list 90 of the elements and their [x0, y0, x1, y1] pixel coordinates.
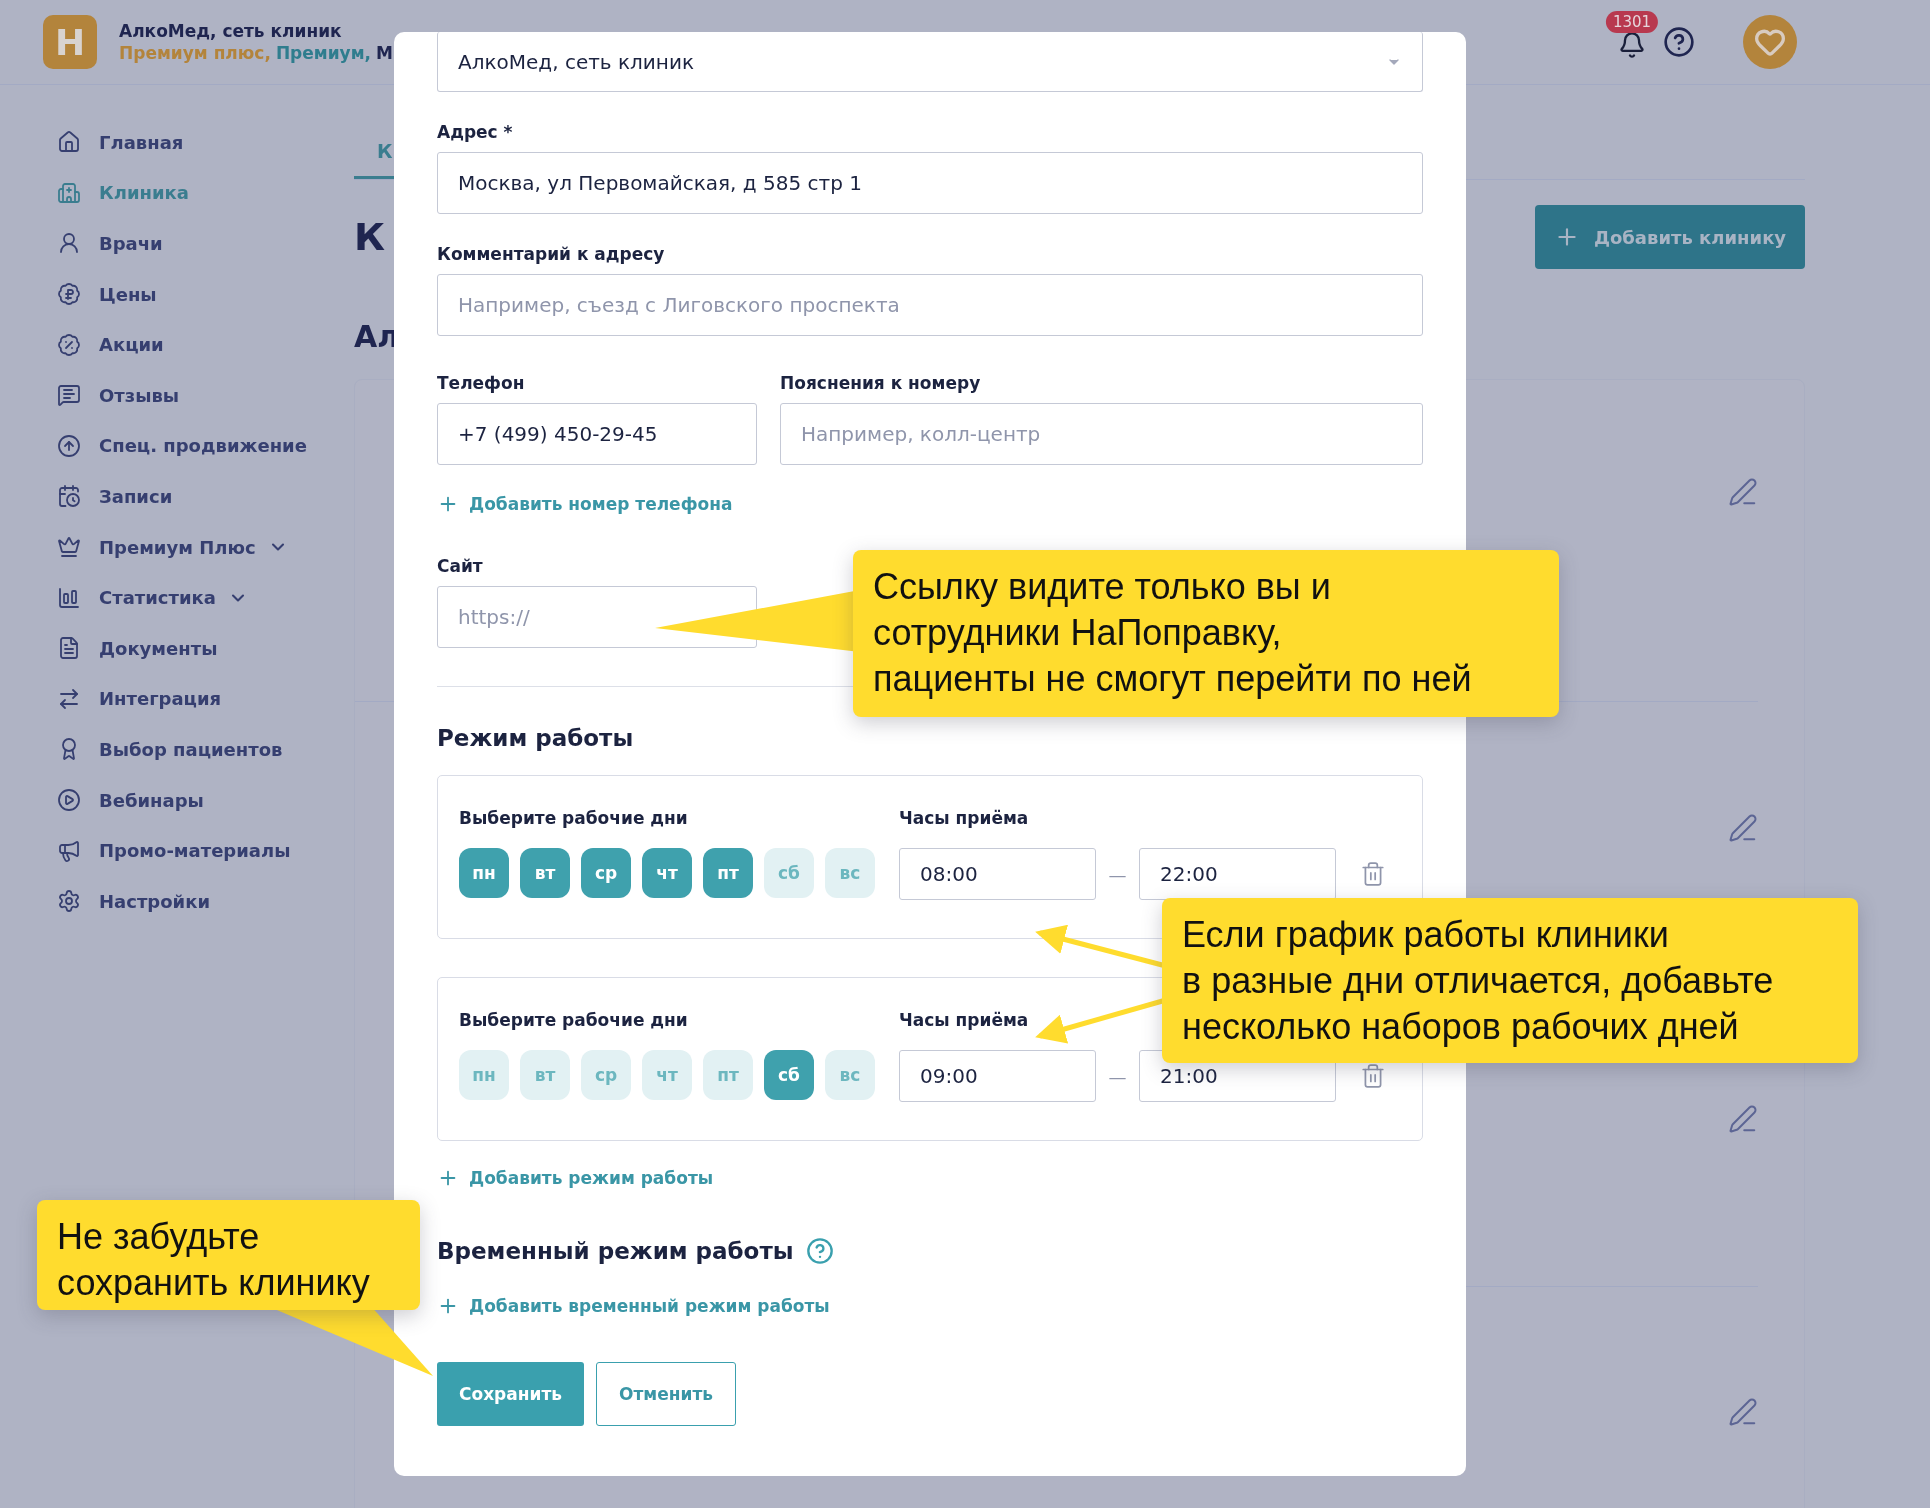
sidebar-item[interactable]: Акции — [0, 319, 330, 370]
sidebar-item[interactable]: Интеграция — [0, 673, 330, 725]
day-toggle[interactable]: сб — [764, 1050, 814, 1100]
sidebar-item[interactable]: Премиум Плюс — [0, 521, 330, 573]
person-icon — [57, 231, 81, 256]
edit-icon[interactable] — [1728, 813, 1758, 843]
day-toggle[interactable]: ср — [581, 848, 631, 898]
section-heading: Временный режим работы — [437, 1238, 794, 1264]
ruble-icon — [57, 282, 81, 307]
edit-icon[interactable] — [1728, 477, 1758, 507]
bar-chart-icon — [57, 585, 81, 610]
cancel-button[interactable]: Отменить — [596, 1362, 737, 1426]
message-icon — [57, 383, 81, 408]
delete-icon[interactable] — [1360, 1063, 1386, 1089]
add-clinic-button[interactable]: Добавить клинику — [1535, 205, 1805, 269]
arrows-icon — [57, 686, 81, 711]
clinic-name: АлкоМед, сеть клиник — [119, 21, 343, 41]
time-field[interactable]: 08:00 — [899, 848, 1096, 900]
day-toggle[interactable]: пт — [703, 1050, 753, 1100]
day-toggle[interactable]: чт — [642, 848, 692, 898]
bell-icon[interactable] — [1618, 31, 1646, 59]
add-phone-link[interactable]: Добавить номер телефона — [437, 493, 733, 515]
day-toggle[interactable]: вс — [825, 848, 875, 898]
sidebar-item[interactable]: Вебинары — [0, 774, 330, 826]
section-heading: Режим работы — [437, 725, 634, 751]
save-button[interactable]: Сохранить — [437, 1362, 585, 1426]
sidebar-item[interactable]: Документы — [0, 622, 330, 674]
plan-label: М — [376, 43, 393, 63]
day-toggle[interactable]: пн — [459, 1050, 509, 1100]
day-toggle[interactable]: вт — [520, 1050, 570, 1100]
dash: — — [1107, 863, 1128, 885]
sidebar-item[interactable]: Промо-материалы — [0, 825, 330, 876]
day-toggle[interactable]: вс — [825, 1050, 875, 1100]
megaphone-icon — [57, 838, 81, 863]
arrow-up-icon — [57, 433, 81, 458]
hours-label: Часы приёма — [899, 1010, 1029, 1030]
day-toggle[interactable]: чт — [642, 1050, 692, 1100]
hospital-icon — [57, 180, 81, 205]
document-icon — [57, 636, 81, 661]
sidebar-item[interactable]: Клиника — [0, 167, 330, 219]
add-schedule-link[interactable]: Добавить режим работы — [437, 1167, 714, 1189]
field-label: Телефон — [437, 373, 525, 393]
days-label: Выберите рабочие дни — [459, 808, 688, 828]
phone-note-field[interactable]: Например, колл-центр — [780, 403, 1423, 465]
field-label: Комментарий к адресу — [437, 244, 665, 264]
field-label: Сайт — [437, 556, 483, 576]
sidebar-item[interactable]: Записи — [0, 471, 330, 522]
avatar-icon[interactable] — [1743, 15, 1797, 69]
percent-icon — [57, 332, 81, 357]
sidebar-item[interactable]: Спец. продвижение — [0, 420, 330, 472]
dash: — — [1107, 1065, 1128, 1087]
hint-tooltip: Если график работы клиники в разные дни отличается, добавьте несколько наборов рабочих дней — [1162, 898, 1858, 1063]
time-field[interactable]: 09:00 — [899, 1050, 1096, 1102]
field-label: Адрес * — [437, 122, 513, 142]
home-icon — [57, 130, 81, 155]
address-comment-field[interactable]: Например, съезд с Лиговского проспекта — [437, 274, 1423, 336]
network-select[interactable]: АлкоМед, сеть клиник — [437, 32, 1423, 92]
sidebar-item[interactable]: Врачи — [0, 218, 330, 269]
sidebar-item[interactable]: Выбор пациентов — [0, 724, 330, 775]
edit-icon[interactable] — [1728, 1397, 1758, 1427]
help-icon[interactable] — [1663, 26, 1695, 58]
plan-label: Премиум плюс, — [119, 43, 271, 63]
crown-icon — [57, 535, 81, 560]
play-icon — [57, 788, 81, 812]
hint-tooltip: Ссылку видите только вы и сотрудники НаПоправку, пациенты не смогут перейти по ней — [853, 550, 1559, 717]
day-toggle[interactable]: сб — [764, 848, 814, 898]
day-toggle[interactable]: ср — [581, 1050, 631, 1100]
hours-label: Часы приёма — [899, 808, 1029, 828]
add-temporary-schedule-link[interactable]: Добавить временный режим работы — [437, 1295, 830, 1317]
sidebar-item[interactable]: Цены — [0, 268, 330, 320]
days-label: Выберите рабочие дни — [459, 1010, 688, 1030]
sidebar-item[interactable]: Главная — [0, 117, 330, 168]
notification-count: 1301 — [1605, 11, 1659, 33]
day-toggle[interactable]: вт — [520, 848, 570, 898]
sidebar-item[interactable]: Настройки — [0, 875, 330, 927]
calendar-icon — [57, 484, 81, 509]
settings-icon — [57, 889, 81, 914]
day-toggle[interactable]: пт — [703, 848, 753, 898]
sidebar-item[interactable]: Статистика — [0, 572, 330, 623]
sidebar-item[interactable]: Отзывы — [0, 369, 330, 421]
address-field[interactable]: Москва, ул Первомайская, д 585 стр 1 — [437, 152, 1423, 214]
delete-icon[interactable] — [1360, 861, 1386, 887]
edit-icon[interactable] — [1728, 1104, 1758, 1134]
day-toggle[interactable]: пн — [459, 848, 509, 898]
logo: H — [43, 15, 97, 69]
field-label: Пояснения к номеру — [780, 373, 981, 393]
page-title: К — [354, 215, 386, 259]
help-icon[interactable] — [805, 1237, 834, 1265]
plan-label: Премиум, — [275, 43, 372, 63]
phone-field[interactable]: +7 (499) 450-29-45 — [437, 403, 757, 465]
